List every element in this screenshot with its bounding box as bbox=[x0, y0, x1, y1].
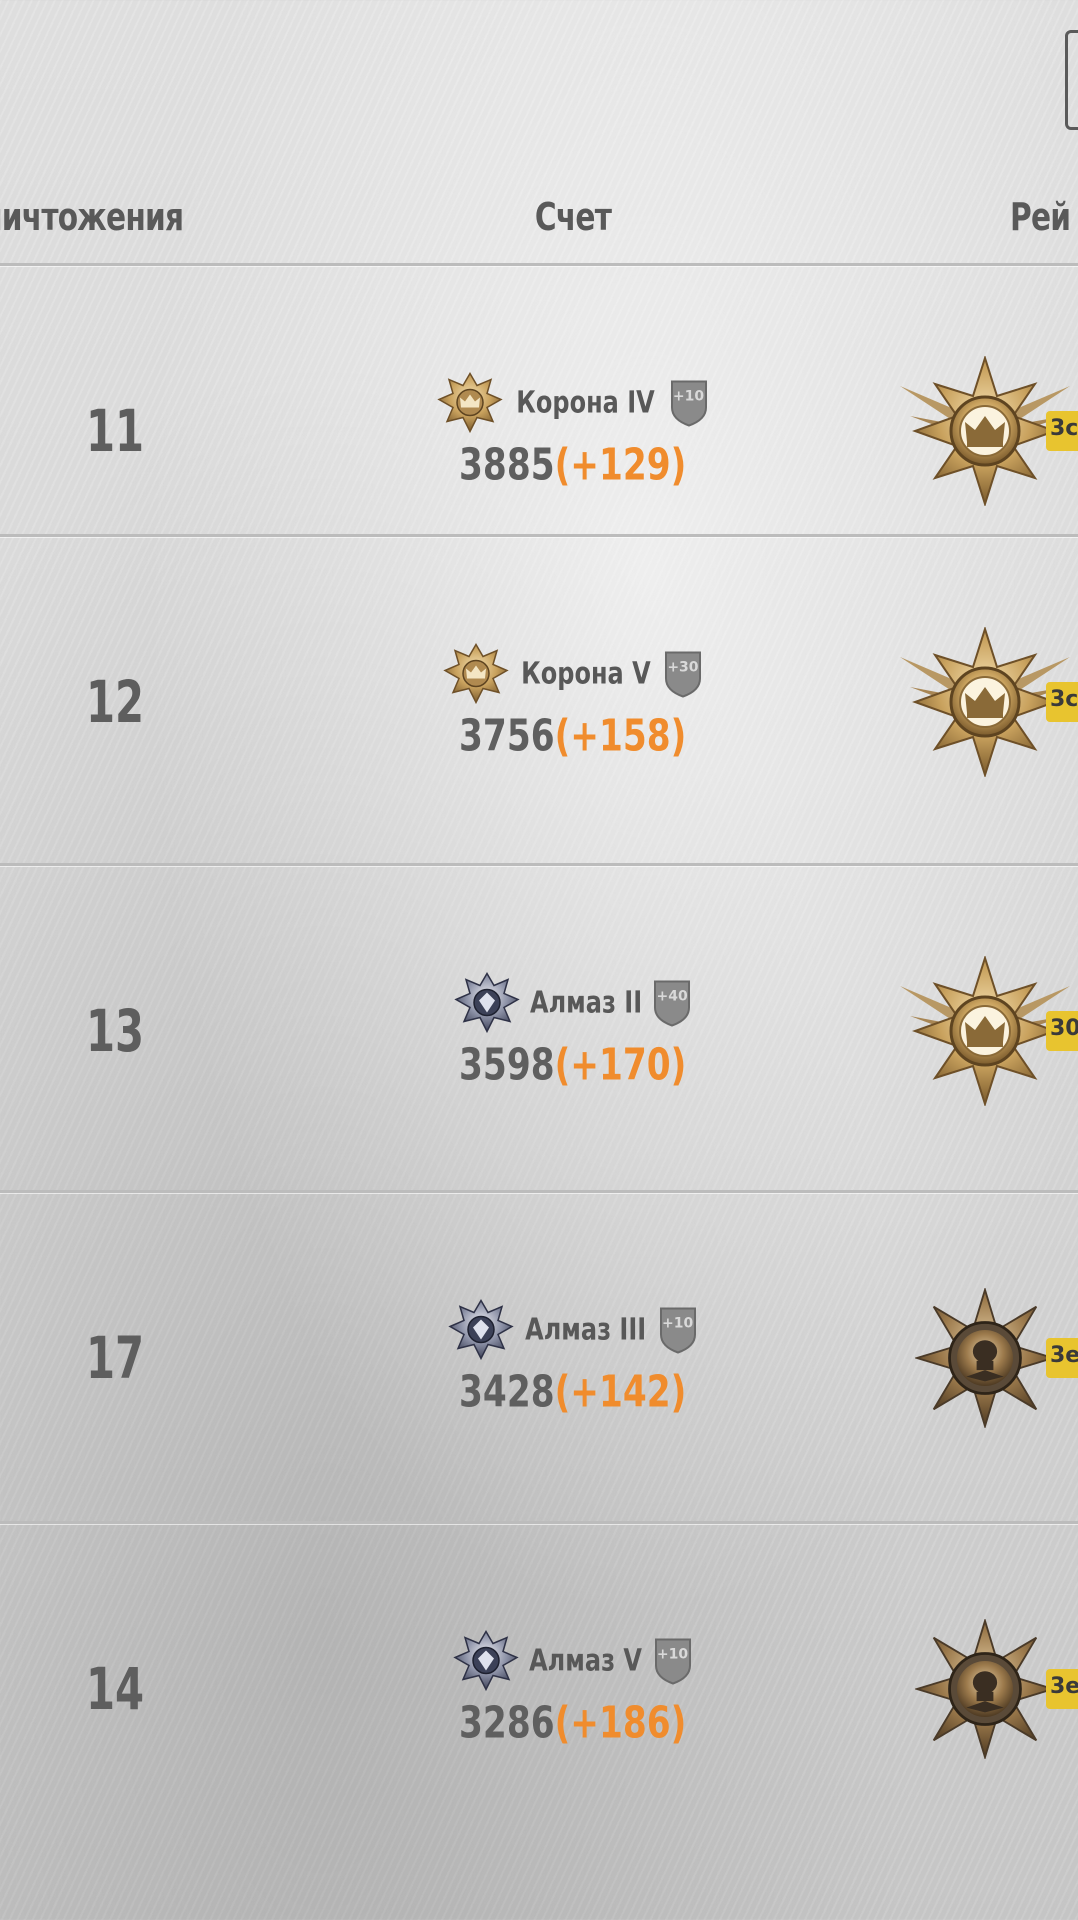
table-row: 12 Корона V +30 3756(+158) 3c bbox=[0, 537, 1078, 867]
table-header: Уничтожения Счет Рей bbox=[0, 195, 1078, 255]
column-header-kills: Уничтожения bbox=[0, 195, 184, 239]
rating-tag: 3e bbox=[1046, 1338, 1078, 1378]
rank-name: Корона IV bbox=[516, 385, 656, 420]
rating-tag: 3e bbox=[1046, 1669, 1078, 1709]
kills-value: 17 bbox=[85, 1324, 145, 1392]
star-medal-icon bbox=[915, 1619, 1055, 1759]
kills-value: 13 bbox=[85, 997, 145, 1065]
shield-icon: +10 bbox=[669, 378, 709, 428]
diamond-rank-icon bbox=[448, 1299, 514, 1361]
score-cell: Алмаз III +10 3428(+142) bbox=[413, 1299, 733, 1418]
score-cell: Алмаз II +40 3598(+170) bbox=[413, 972, 733, 1091]
shield-value: +30 bbox=[667, 659, 699, 676]
diamond-rank-icon bbox=[454, 972, 520, 1034]
score-cell: Алмаз V +10 3286(+186) bbox=[413, 1630, 733, 1749]
rank-name: Алмаз III bbox=[525, 1312, 647, 1347]
table-row: 13 Алмаз II +40 3598(+170) 30 bbox=[0, 866, 1078, 1196]
rank-name: Алмаз II bbox=[529, 985, 643, 1020]
shield-value: +40 bbox=[656, 988, 688, 1005]
rating-tag: 3c bbox=[1046, 682, 1078, 722]
kills-value: 11 bbox=[85, 397, 145, 465]
shield-value: +10 bbox=[656, 1646, 689, 1663]
shield-icon: +30 bbox=[663, 649, 703, 699]
table-row: 14 Алмаз V +10 3286(+186) 3e bbox=[0, 1524, 1078, 1854]
column-header-rating: Рей bbox=[1010, 195, 1071, 239]
score-value: 3428 bbox=[459, 1366, 555, 1418]
score-value: 3598 bbox=[459, 1039, 555, 1091]
menu-button-fragment[interactable] bbox=[1065, 30, 1078, 130]
table-row: 17 Алмаз III +10 3428(+142) 3e bbox=[0, 1193, 1078, 1523]
score-delta: (+158) bbox=[554, 710, 687, 762]
rank-name: Корона V bbox=[521, 656, 651, 691]
star-medal-icon bbox=[915, 1288, 1055, 1428]
score-value: 3885 bbox=[459, 439, 555, 491]
shield-value: +10 bbox=[672, 388, 705, 405]
score-delta: (+186) bbox=[554, 1697, 687, 1749]
score-delta: (+170) bbox=[554, 1039, 687, 1091]
crown-rank-icon bbox=[443, 643, 509, 705]
rating-tag: 3c bbox=[1046, 411, 1078, 451]
rating-tag: 30 bbox=[1046, 1011, 1078, 1051]
score-cell: Корона IV +10 3885(+129) bbox=[413, 372, 733, 491]
score-delta: (+142) bbox=[554, 1366, 687, 1418]
score-cell: Корона V +30 3756(+158) bbox=[413, 643, 733, 762]
shield-icon: +40 bbox=[652, 978, 692, 1028]
score-delta: (+129) bbox=[554, 439, 687, 491]
crown-rank-icon bbox=[437, 372, 503, 434]
column-header-score: Счет bbox=[534, 195, 612, 239]
score-value: 3756 bbox=[459, 710, 555, 762]
shield-icon: +10 bbox=[658, 1305, 698, 1355]
kills-value: 12 bbox=[85, 668, 145, 736]
score-value: 3286 bbox=[459, 1697, 555, 1749]
kills-value: 14 bbox=[85, 1655, 145, 1723]
shield-value: +10 bbox=[662, 1315, 694, 1332]
rank-name: Алмаз V bbox=[529, 1643, 643, 1678]
shield-icon: +10 bbox=[653, 1636, 693, 1686]
diamond-rank-icon bbox=[453, 1630, 519, 1692]
